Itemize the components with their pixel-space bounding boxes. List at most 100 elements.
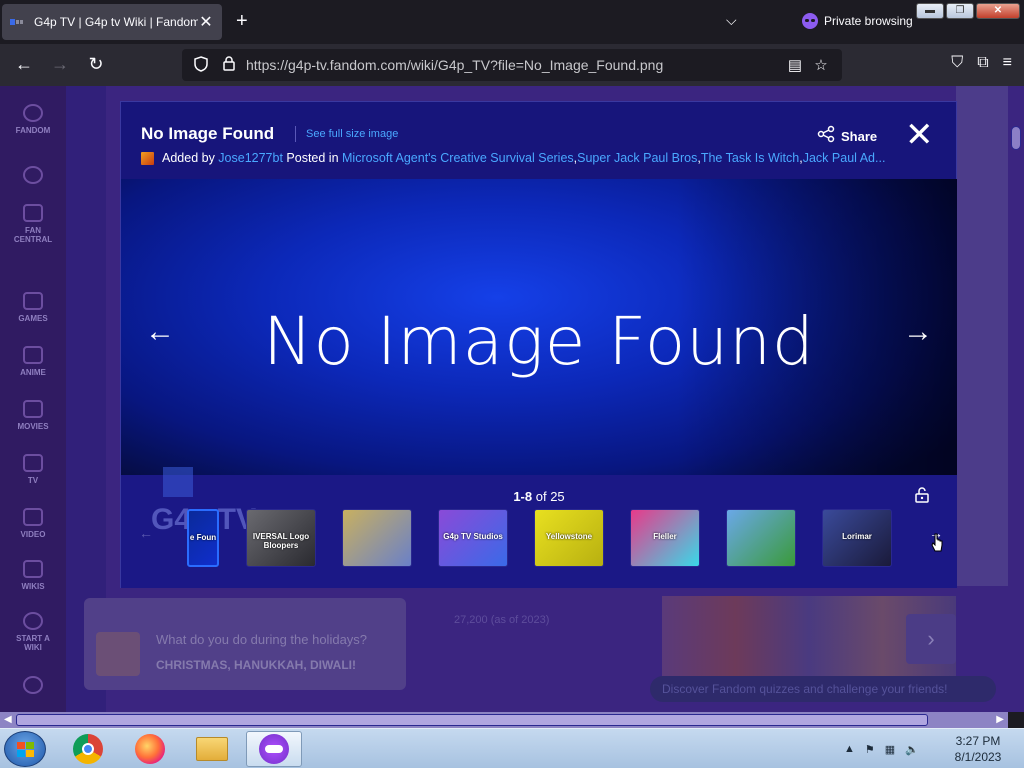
volume-muted-icon[interactable]: 🔈 bbox=[905, 743, 919, 756]
user-avatar-icon[interactable] bbox=[8, 676, 58, 698]
posted-in-link[interactable]: Jack Paul Ad... bbox=[803, 151, 886, 165]
extensions-icon[interactable]: ⧉ bbox=[977, 54, 988, 72]
menu-hamburger-icon[interactable]: ≡ bbox=[1003, 54, 1012, 72]
toolbar-right: ⛉ ⧉ ≡ bbox=[951, 54, 1012, 72]
thumbnail-label: e Foun bbox=[189, 533, 217, 542]
windows-taskbar: ▲ ⚑ ▦ 🔈 3:27 PM 8/1/2023 bbox=[0, 728, 1024, 768]
network-icon[interactable]: ▦ bbox=[885, 743, 895, 756]
thumbnail-label: IVERSAL Logo Bloopers bbox=[252, 532, 310, 550]
mouse-cursor-icon bbox=[931, 533, 943, 552]
sidebar-item-anime[interactable]: ANIME bbox=[8, 346, 58, 377]
taskbar-firefox-private[interactable] bbox=[246, 731, 302, 767]
thumbnail-label: Fleller bbox=[653, 532, 677, 541]
user-avatar-icon bbox=[141, 151, 154, 165]
taskbar-file-explorer[interactable] bbox=[184, 731, 240, 767]
user-link[interactable]: Jose1277bt bbox=[218, 151, 283, 165]
fandom-favicon-icon bbox=[10, 16, 26, 28]
reload-icon[interactable]: ↻ bbox=[84, 54, 108, 74]
lock-icon[interactable] bbox=[218, 56, 240, 74]
posted-in-link[interactable]: The Task Is Witch bbox=[701, 151, 799, 165]
sidebar-item-wikis[interactable]: WIKIS bbox=[8, 560, 58, 591]
sidebar-item-tv[interactable]: TV bbox=[8, 454, 58, 485]
carousel-next-icon[interactable]: › bbox=[906, 614, 956, 664]
thumbnail-item[interactable]: Lorimar bbox=[822, 509, 892, 567]
sidebar-item-video[interactable]: VIDEO bbox=[8, 508, 58, 539]
previous-image-icon[interactable]: ← bbox=[145, 317, 175, 347]
sidebar-item-games[interactable]: GAMES bbox=[8, 292, 58, 323]
lightbox-main-image: No Image Found ← → bbox=[121, 179, 957, 475]
start-button[interactable] bbox=[4, 731, 46, 767]
search-icon[interactable] bbox=[8, 166, 58, 188]
horizontal-scrollbar[interactable]: ◀ ▶ bbox=[0, 712, 1008, 728]
taskbar-chrome[interactable] bbox=[60, 731, 116, 767]
clock-date: 8/1/2023 bbox=[954, 750, 1002, 764]
sidebar-item-fan-central[interactable]: FAN CENTRAL bbox=[8, 204, 58, 244]
address-bar[interactable]: ▤ ☆ bbox=[182, 49, 842, 81]
vertical-scrollbar-thumb[interactable] bbox=[1011, 126, 1021, 150]
poll-card[interactable]: What do you do during the holidays? CHRI… bbox=[84, 598, 406, 690]
scroll-right-icon[interactable]: ▶ bbox=[996, 712, 1004, 728]
minimize-button[interactable]: ▬ bbox=[916, 3, 944, 19]
pocket-icon[interactable]: ⛉ bbox=[951, 54, 963, 72]
tab-close-icon[interactable]: ✕ bbox=[198, 12, 214, 32]
tab-active[interactable]: G4p TV | G4p tv Wiki | Fandom ✕ bbox=[2, 4, 222, 40]
posted-in-label: Posted in bbox=[282, 151, 343, 165]
new-tab-button[interactable]: + bbox=[236, 10, 248, 32]
url-input[interactable] bbox=[246, 57, 782, 73]
private-browsing-indicator: Private browsing bbox=[802, 13, 913, 29]
sidebar-item-start-a-wiki[interactable]: START A WIKI bbox=[8, 612, 58, 652]
posted-in-link[interactable]: Microsoft Agent's Creative Survival Seri… bbox=[342, 151, 574, 165]
thumbnail-label: G4p TV Studios bbox=[443, 532, 503, 541]
window-controls: ▬ ❐ ✕ bbox=[916, 3, 1020, 19]
thumbnail-label: Yellowstone bbox=[545, 532, 593, 541]
system-clock[interactable]: 3:27 PM 8/1/2023 bbox=[938, 733, 1018, 765]
posted-in-link[interactable]: Super Jack Paul Bros bbox=[577, 151, 697, 165]
close-lightbox-icon[interactable]: ✕ bbox=[905, 118, 934, 152]
taskbar-firefox[interactable] bbox=[122, 731, 178, 767]
tab-bar: G4p TV | G4p tv Wiki | Fandom ✕ + ⌵ Priv… bbox=[0, 0, 1024, 44]
thumbnail-item[interactable]: Fleller bbox=[630, 509, 700, 567]
private-mask-icon bbox=[802, 13, 818, 29]
share-button[interactable]: Share bbox=[817, 125, 877, 148]
sidebar-item-fandom[interactable]: FANDOM bbox=[8, 104, 58, 135]
firefox-icon bbox=[135, 734, 165, 764]
unlock-icon[interactable] bbox=[915, 487, 929, 507]
thumbnail-item[interactable] bbox=[342, 509, 412, 567]
thumbnails-prev-icon[interactable]: ← bbox=[139, 525, 153, 541]
list-all-tabs-button[interactable]: ⌵ bbox=[726, 12, 737, 29]
action-center-icon[interactable]: ⚑ bbox=[865, 743, 875, 756]
poll-card-image bbox=[96, 632, 140, 676]
private-browsing-label: Private browsing bbox=[824, 14, 913, 28]
thumbnail-item[interactable]: IVERSAL Logo Bloopers bbox=[246, 509, 316, 567]
lightbox-header: No Image Found See full size image Added… bbox=[121, 102, 957, 179]
see-full-size-link[interactable]: See full size image bbox=[306, 128, 398, 140]
lightbox-meta: Added by Jose1277bt Posted in Microsoft … bbox=[141, 151, 936, 165]
tab-title: G4p TV | G4p tv Wiki | Fandom bbox=[34, 15, 198, 29]
horizontal-scrollbar-thumb[interactable] bbox=[16, 714, 928, 726]
forward-arrow-icon[interactable]: → bbox=[48, 54, 72, 74]
system-tray: ▲ ⚑ ▦ 🔈 bbox=[844, 729, 919, 768]
page-stat-text: 27,200 (as of 2023) bbox=[454, 614, 550, 626]
fandom-sidebar: FANDOM FAN CENTRAL GAMES ANIME MOVIES TV… bbox=[0, 86, 66, 712]
vertical-scrollbar[interactable] bbox=[1008, 86, 1024, 712]
quiz-promo-pill[interactable]: Discover Fandom quizzes and challenge yo… bbox=[650, 676, 996, 702]
share-icon bbox=[817, 125, 835, 148]
poll-question: What do you do during the holidays? bbox=[156, 632, 368, 647]
thumbnail-item[interactable]: Yellowstone bbox=[534, 509, 604, 567]
restore-button[interactable]: ❐ bbox=[946, 3, 974, 19]
show-hidden-icons-button[interactable]: ▲ bbox=[844, 743, 855, 755]
tracking-shield-icon[interactable] bbox=[190, 55, 212, 75]
title-divider bbox=[295, 126, 296, 142]
next-image-icon[interactable]: → bbox=[903, 317, 933, 347]
scroll-left-icon[interactable]: ◀ bbox=[4, 712, 12, 728]
thumbnail-item[interactable] bbox=[726, 509, 796, 567]
close-window-button[interactable]: ✕ bbox=[976, 3, 1020, 19]
private-browsing-icon bbox=[259, 734, 289, 764]
thumbnail-item[interactable]: G4p TV Studios bbox=[438, 509, 508, 567]
bookmark-star-icon[interactable]: ☆ bbox=[808, 56, 834, 74]
thumbnail-item[interactable]: e Foun bbox=[187, 509, 219, 567]
reader-view-icon[interactable]: ▤ bbox=[782, 56, 808, 74]
sidebar-item-movies[interactable]: MOVIES bbox=[8, 400, 58, 431]
chrome-icon bbox=[73, 734, 103, 764]
back-arrow-icon[interactable]: ← bbox=[12, 54, 36, 74]
